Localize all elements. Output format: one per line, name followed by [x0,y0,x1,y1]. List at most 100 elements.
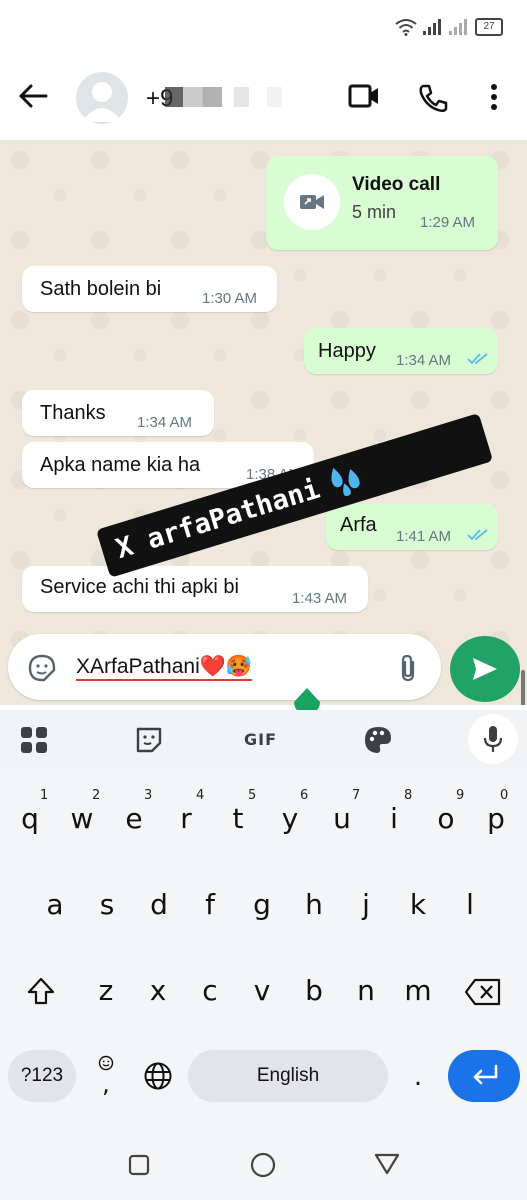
voice-call-icon[interactable] [418,83,448,113]
key-q[interactable]: q [10,802,50,835]
back-nav-icon[interactable] [374,1152,400,1176]
enter-key[interactable] [448,1050,520,1102]
gif-button[interactable]: GIF [244,730,277,749]
message-time: 1:29 AM [420,214,476,231]
key-h[interactable]: h [294,888,334,921]
attach-icon[interactable] [398,654,418,682]
navigation-bar [0,1130,527,1200]
key-e[interactable]: e [114,802,154,835]
key-comma[interactable]: , [96,1070,116,1098]
incoming-message[interactable]: Thanks 1:34 AM [22,390,214,436]
key-i[interactable]: i [374,802,414,835]
home-icon[interactable] [250,1152,276,1178]
outgoing-message[interactable]: Happy 1:34 AM [304,328,498,374]
incoming-message[interactable]: Service achi thi apki bi 1:43 AM [22,566,368,612]
keyboard: 1 2 3 4 5 6 7 8 9 0 q w e r t y u i o p … [0,770,527,1130]
key-d[interactable]: d [139,888,179,921]
double-tick-icon [467,529,488,541]
call-duration: 5 min [352,202,397,222]
key-hint: 3 [144,788,153,803]
incoming-message[interactable]: Sath bolein bi 1:30 AM [22,266,277,312]
key-f[interactable]: f [190,888,230,921]
key-g[interactable]: g [242,888,282,921]
key-y[interactable]: y [270,802,310,835]
key-l[interactable]: l [450,888,490,921]
back-arrow-icon[interactable] [18,83,48,109]
message-input[interactable]: XArfaPathani❤️🥵 [8,634,441,700]
key-hint: 4 [196,788,205,803]
key-n[interactable]: n [346,974,386,1007]
key-a[interactable]: a [35,888,75,921]
key-r[interactable]: r [166,802,206,835]
microphone-icon [483,726,503,752]
message-time: 1:41 AM [396,528,452,545]
key-t[interactable]: t [218,802,258,835]
battery-indicator: 27 [475,18,503,36]
outgoing-message[interactable]: Arfa 1:41 AM [326,504,498,550]
send-icon [473,658,497,680]
sticker-icon[interactable] [28,654,56,682]
key-z[interactable]: z [86,974,126,1007]
signal-icon-2 [449,19,467,35]
backspace-icon[interactable] [464,978,502,1006]
avatar[interactable] [76,72,128,124]
key-v[interactable]: v [242,974,282,1007]
contact-name-redacted [165,87,315,107]
sweat-droplets-icon [331,467,360,496]
emoji-small-icon [98,1055,114,1071]
symbols-key[interactable]: ?123 [8,1050,76,1102]
key-hint: 2 [92,788,101,803]
key-period[interactable]: . [408,1062,428,1092]
key-hint: 6 [300,788,309,803]
message-text: Service achi thi apki bi [40,576,239,598]
globe-icon[interactable] [143,1061,173,1091]
key-o[interactable]: o [426,802,466,835]
message-text: Sath bolein bi [40,278,162,300]
key-k[interactable]: k [398,888,438,921]
message-text: Apka name kia ha [40,454,201,476]
shift-icon[interactable] [26,976,56,1006]
voice-input-button[interactable] [468,714,518,764]
key-u[interactable]: u [322,802,362,835]
apps-grid-icon[interactable] [20,726,48,754]
key-p[interactable]: p [476,802,516,835]
wifi-icon [395,19,417,36]
default-avatar-icon [82,82,122,122]
key-b[interactable]: b [294,974,334,1007]
call-icon-circle [284,174,340,230]
palette-icon[interactable] [363,725,393,755]
key-hint: 8 [404,788,413,803]
more-options-icon[interactable] [490,83,498,111]
enter-icon [473,1064,498,1085]
key-hint: 5 [248,788,257,803]
message-text: Arfa [340,514,377,536]
key-j[interactable]: j [346,888,386,921]
call-title: Video call [352,174,441,195]
key-w[interactable]: w [62,802,102,835]
key-hint: 7 [352,788,361,803]
key-hint: 9 [456,788,465,803]
send-button[interactable] [450,636,520,702]
video-call-bubble[interactable]: Video call 5 min 1:29 AM [266,156,498,250]
keyboard-toolbar: GIF [0,710,527,770]
message-text: Thanks [40,402,106,424]
space-bar[interactable]: English [188,1050,388,1102]
status-bar: 27 [0,0,527,55]
composer-row: XArfaPathani❤️🥵 [0,630,527,710]
key-m[interactable]: m [398,974,438,1007]
message-time: 1:43 AM [292,590,348,607]
message-time: 1:34 AM [396,352,452,369]
message-text: Happy [318,340,376,362]
key-hint: 0 [500,788,509,803]
key-x[interactable]: x [138,974,178,1007]
recents-icon[interactable] [128,1154,150,1176]
key-c[interactable]: c [190,974,230,1007]
key-s[interactable]: s [87,888,127,921]
key-hint: 1 [40,788,49,803]
signal-icon [423,19,441,35]
video-camera-icon [300,195,324,209]
video-call-icon[interactable] [348,83,380,109]
sticker-keyboard-icon[interactable] [135,726,163,754]
message-input-text[interactable]: XArfaPathani❤️🥵 [76,655,253,681]
message-time: 1:30 AM [202,290,258,307]
